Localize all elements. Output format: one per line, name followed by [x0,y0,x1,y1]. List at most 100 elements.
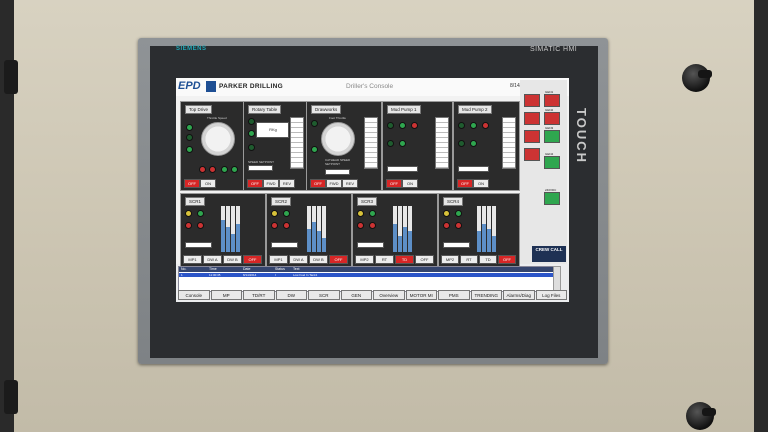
status-led [387,140,394,147]
fault-code-field [443,242,470,248]
scr-bars [307,206,326,252]
fault-led [369,222,376,229]
page-title: Driller's Console [346,83,394,90]
dial-label: Throttle Speed [207,116,227,120]
status-led [197,210,204,217]
status-led [248,118,255,125]
status-led [458,140,465,147]
assign-button[interactable]: TD [395,255,414,264]
crew-call-button[interactable]: CREW CALL [532,246,566,262]
status-led [311,146,318,153]
cabinet-latch-knob-top [682,64,712,92]
nav-td-rt[interactable]: TD/RT [243,290,275,300]
scr-bars [393,206,412,252]
alarm-header: No. Time Date Status Text [179,267,553,272]
parker-logo-icon [206,81,216,92]
cathead-setpoint-field[interactable] [325,169,350,175]
foot-throttle-dial[interactable] [321,122,355,156]
nav-scr[interactable]: SCR [308,290,340,300]
status-indicator[interactable] [524,130,540,143]
status-led [248,130,255,137]
dc-bus-indicator[interactable] [544,192,560,205]
fwd-button[interactable]: FWD [326,179,342,188]
nav-trending[interactable]: TRENDING [470,290,502,300]
panel-title: Mud Pump 2 [458,105,492,114]
assign-button[interactable]: TD [479,255,497,264]
hmi-screen: EPD PARKER DRILLING Driller's Console 8/… [176,78,569,302]
fault-led [199,166,206,173]
nav-overview[interactable]: Overview [373,290,405,300]
hinge-top [4,60,18,94]
gen1-indicator[interactable] [544,94,560,107]
off-button[interactable]: OFF [329,255,348,264]
alarm-list: No. Time Date Status Text 1 11:00:35 8/1… [178,266,554,292]
panel-scr1: SCR1 MP1 DW A DW B OFF [180,193,266,267]
fault-led [197,222,204,229]
status-led [186,134,193,141]
nav-mp[interactable]: MP [210,290,242,300]
cabinet-right-edge [754,0,768,432]
off-button[interactable]: OFF [457,179,473,188]
col-header: Date [243,267,251,271]
hinge-bottom [4,380,18,414]
assign-button[interactable]: DW B [309,255,328,264]
assign-button[interactable]: RT [375,255,394,264]
off-button[interactable]: OFF [243,255,262,264]
throttle-dial[interactable] [201,122,235,156]
fwd-button[interactable]: FWD [263,179,279,188]
off-button[interactable]: OFF [415,255,434,264]
alarm-scrollbar[interactable] [553,266,561,292]
gen2-indicator[interactable] [544,112,560,125]
assign-button[interactable]: MP2 [355,255,374,264]
siemens-brand: SIEMENS [176,46,207,52]
status-led [470,140,477,147]
rev-button[interactable]: REV [342,179,358,188]
speed-setpoint-field[interactable] [248,165,273,171]
off-button[interactable]: OFF [498,255,516,264]
gen4-indicator[interactable] [544,156,560,169]
status-indicator[interactable] [524,112,540,125]
nav-console[interactable]: Console [178,290,210,300]
nav-log-files[interactable]: Log Files [535,290,567,300]
status-led [186,146,193,153]
off-button[interactable]: OFF [386,179,402,188]
assign-button[interactable]: MP1 [183,255,202,264]
on-button[interactable]: ON [200,179,216,188]
nav-motor-mi[interactable]: MOTOR MI [405,290,437,300]
status-indicator[interactable] [524,148,540,161]
pump-setpoint-field[interactable] [387,166,418,172]
status-led [458,122,465,129]
off-button[interactable]: OFF [247,179,263,188]
panel-top-drive: Top Drive Throttle Speed OFF ON [180,101,244,191]
panel-rotary-table: Rotary Table RKg SPEED SETPOINT OFF FWD … [243,101,307,191]
rev-button[interactable]: REV [279,179,295,188]
off-button[interactable]: OFF [184,179,200,188]
nav-gen[interactable]: GEN [340,290,372,300]
on-button[interactable]: ON [402,179,418,188]
alarm-row[interactable]: 1 11:00:35 8/14/2014 I Low Fuel In Tank1 [179,273,553,277]
assign-button[interactable]: MP1 [269,255,288,264]
status-led [399,140,406,147]
nav-alarms-diag[interactable]: Alarms/Diag [503,290,535,300]
assign-button[interactable]: DW B [223,255,242,264]
header-bar: EPD PARKER DRILLING Driller's Console 8/… [176,78,569,97]
fault-led [482,122,489,129]
status-indicator[interactable] [524,94,540,107]
pump-setpoint-field[interactable] [458,166,489,172]
status-led [387,122,394,129]
assign-button[interactable]: MP2 [441,255,459,264]
gen3-indicator[interactable] [544,130,560,143]
nav-pms[interactable]: PMS [438,290,470,300]
nav-dw[interactable]: DW [275,290,307,300]
pump-gauge [435,117,449,169]
bottom-nav: Console MP TD/RT DW SCR GEN Overview MOT… [178,290,567,300]
assign-button[interactable]: DW A [289,255,308,264]
model-label: SIMATIC HMI [530,46,578,53]
assign-button[interactable]: RT [460,255,478,264]
panel-title: Mud Pump 1 [387,105,421,114]
off-button[interactable]: OFF [310,179,326,188]
on-button[interactable]: ON [473,179,489,188]
touch-label: TOUCH [574,108,589,164]
status-led [455,210,462,217]
assign-button[interactable]: DW A [203,255,222,264]
